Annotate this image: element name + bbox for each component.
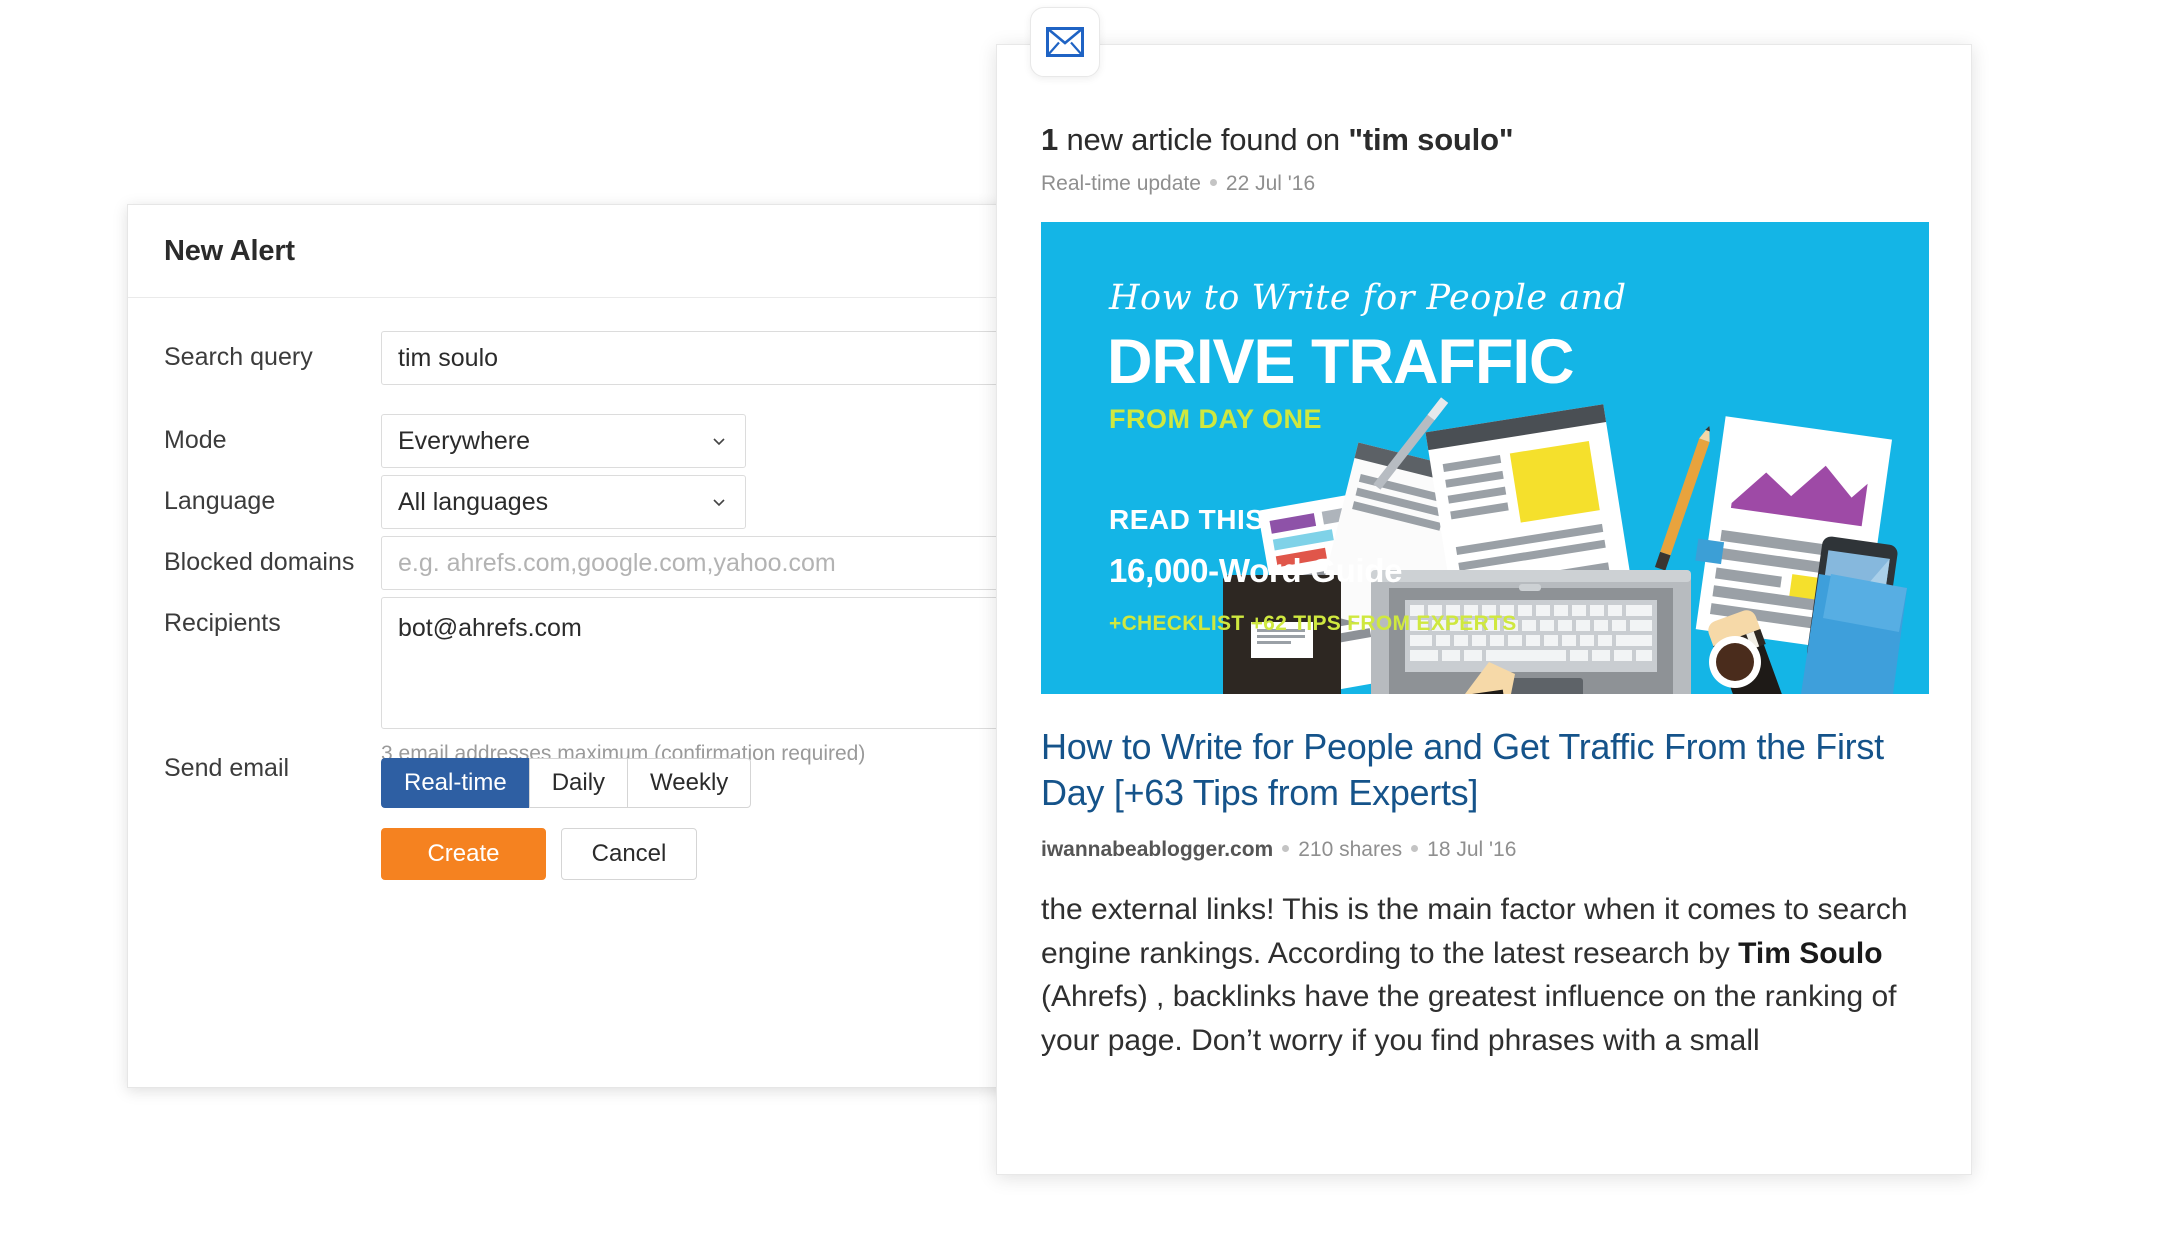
notification-count: 1 bbox=[1041, 122, 1059, 157]
notification-content: 1 new article found on "tim soulo" Real-… bbox=[997, 45, 1971, 1062]
page-title: New Alert bbox=[164, 234, 295, 267]
send-email-option-daily[interactable]: Daily bbox=[528, 758, 628, 808]
envelope-badge[interactable] bbox=[1030, 7, 1100, 77]
label-mode: Mode bbox=[164, 426, 227, 454]
recipients-textarea[interactable]: bot@ahrefs.com bbox=[381, 597, 1067, 729]
article-snippet-part-2: (Ahrefs) , backlinks have the greatest i… bbox=[1041, 980, 1897, 1057]
send-email-option-weekly[interactable]: Weekly bbox=[627, 758, 752, 808]
blocked-domains-input[interactable]: e.g. ahrefs.com,google.com,yahoo.com bbox=[381, 536, 1067, 590]
language-select-value: All languages bbox=[398, 488, 549, 516]
separator-dot-icon bbox=[1411, 845, 1419, 853]
separator-dot-icon bbox=[1209, 179, 1217, 187]
send-email-option-real-time[interactable]: Real-time bbox=[381, 758, 529, 808]
label-blocked-domains: Blocked domains bbox=[164, 548, 355, 576]
banner-checklist: +CHECKLIST +62 TIPS FROM EXPERTS bbox=[1109, 612, 1517, 636]
notification-headline-mid: new article found on bbox=[1058, 122, 1349, 157]
banner-guide: 16,000-Word Guide bbox=[1109, 552, 1403, 590]
label-recipients: Recipients bbox=[164, 609, 281, 637]
separator-dot-icon bbox=[1282, 845, 1290, 853]
cancel-button[interactable]: Cancel bbox=[561, 828, 697, 880]
label-language: Language bbox=[164, 487, 276, 515]
envelope-icon bbox=[1046, 27, 1084, 57]
article-shares: 210 shares bbox=[1298, 838, 1403, 862]
notification-headline: 1 new article found on "tim soulo" bbox=[1041, 121, 1927, 158]
banner-script-line: How to Write for People and bbox=[1109, 278, 1627, 319]
notification-meta-type: Real-time update bbox=[1041, 172, 1201, 196]
notification-meta: Real-time update 22 Jul '16 bbox=[1041, 172, 1927, 196]
article-banner-image: How to Write for People and DRIVE TRAFFI… bbox=[1041, 222, 1929, 695]
dialog-header: New Alert bbox=[128, 205, 1061, 298]
notification-query: "tim soulo" bbox=[1348, 122, 1514, 157]
article-snippet: the external links! This is the main fac… bbox=[1041, 888, 1927, 1062]
mode-select[interactable]: Everywhere bbox=[381, 414, 746, 468]
banner-subhead: FROM DAY ONE bbox=[1109, 404, 1323, 435]
label-search-query: Search query bbox=[164, 343, 313, 371]
language-select[interactable]: All languages bbox=[381, 475, 746, 529]
article-meta: iwannabeablogger.com 210 shares 18 Jul '16 bbox=[1041, 838, 1927, 862]
label-send-email: Send email bbox=[164, 754, 290, 782]
create-button[interactable]: Create bbox=[381, 828, 546, 880]
article-date: 18 Jul '16 bbox=[1427, 838, 1517, 862]
notification-card: 1 new article found on "tim soulo" Real-… bbox=[996, 44, 1972, 1175]
notification-meta-date: 22 Jul '16 bbox=[1225, 172, 1316, 196]
article-snippet-highlight: Tim Soulo bbox=[1738, 936, 1883, 970]
article-source: iwannabeablogger.com bbox=[1041, 838, 1274, 862]
article-title-link[interactable]: How to Write for People and Get Traffic … bbox=[1041, 724, 1927, 816]
banner-read-this: READ THIS bbox=[1109, 504, 1265, 536]
chevron-down-icon bbox=[713, 499, 725, 507]
banner-headline: DRIVE TRAFFIC bbox=[1107, 327, 1574, 398]
search-query-input[interactable]: tim soulo bbox=[381, 331, 1067, 385]
send-email-segmented-control: Real-time Daily Weekly bbox=[381, 758, 752, 808]
dialog-actions: Create Cancel bbox=[381, 828, 697, 880]
chevron-down-icon bbox=[713, 438, 725, 446]
mode-select-value: Everywhere bbox=[398, 427, 530, 455]
new-alert-dialog: New Alert Search query tim soulo Mode Ev… bbox=[127, 204, 1067, 1088]
